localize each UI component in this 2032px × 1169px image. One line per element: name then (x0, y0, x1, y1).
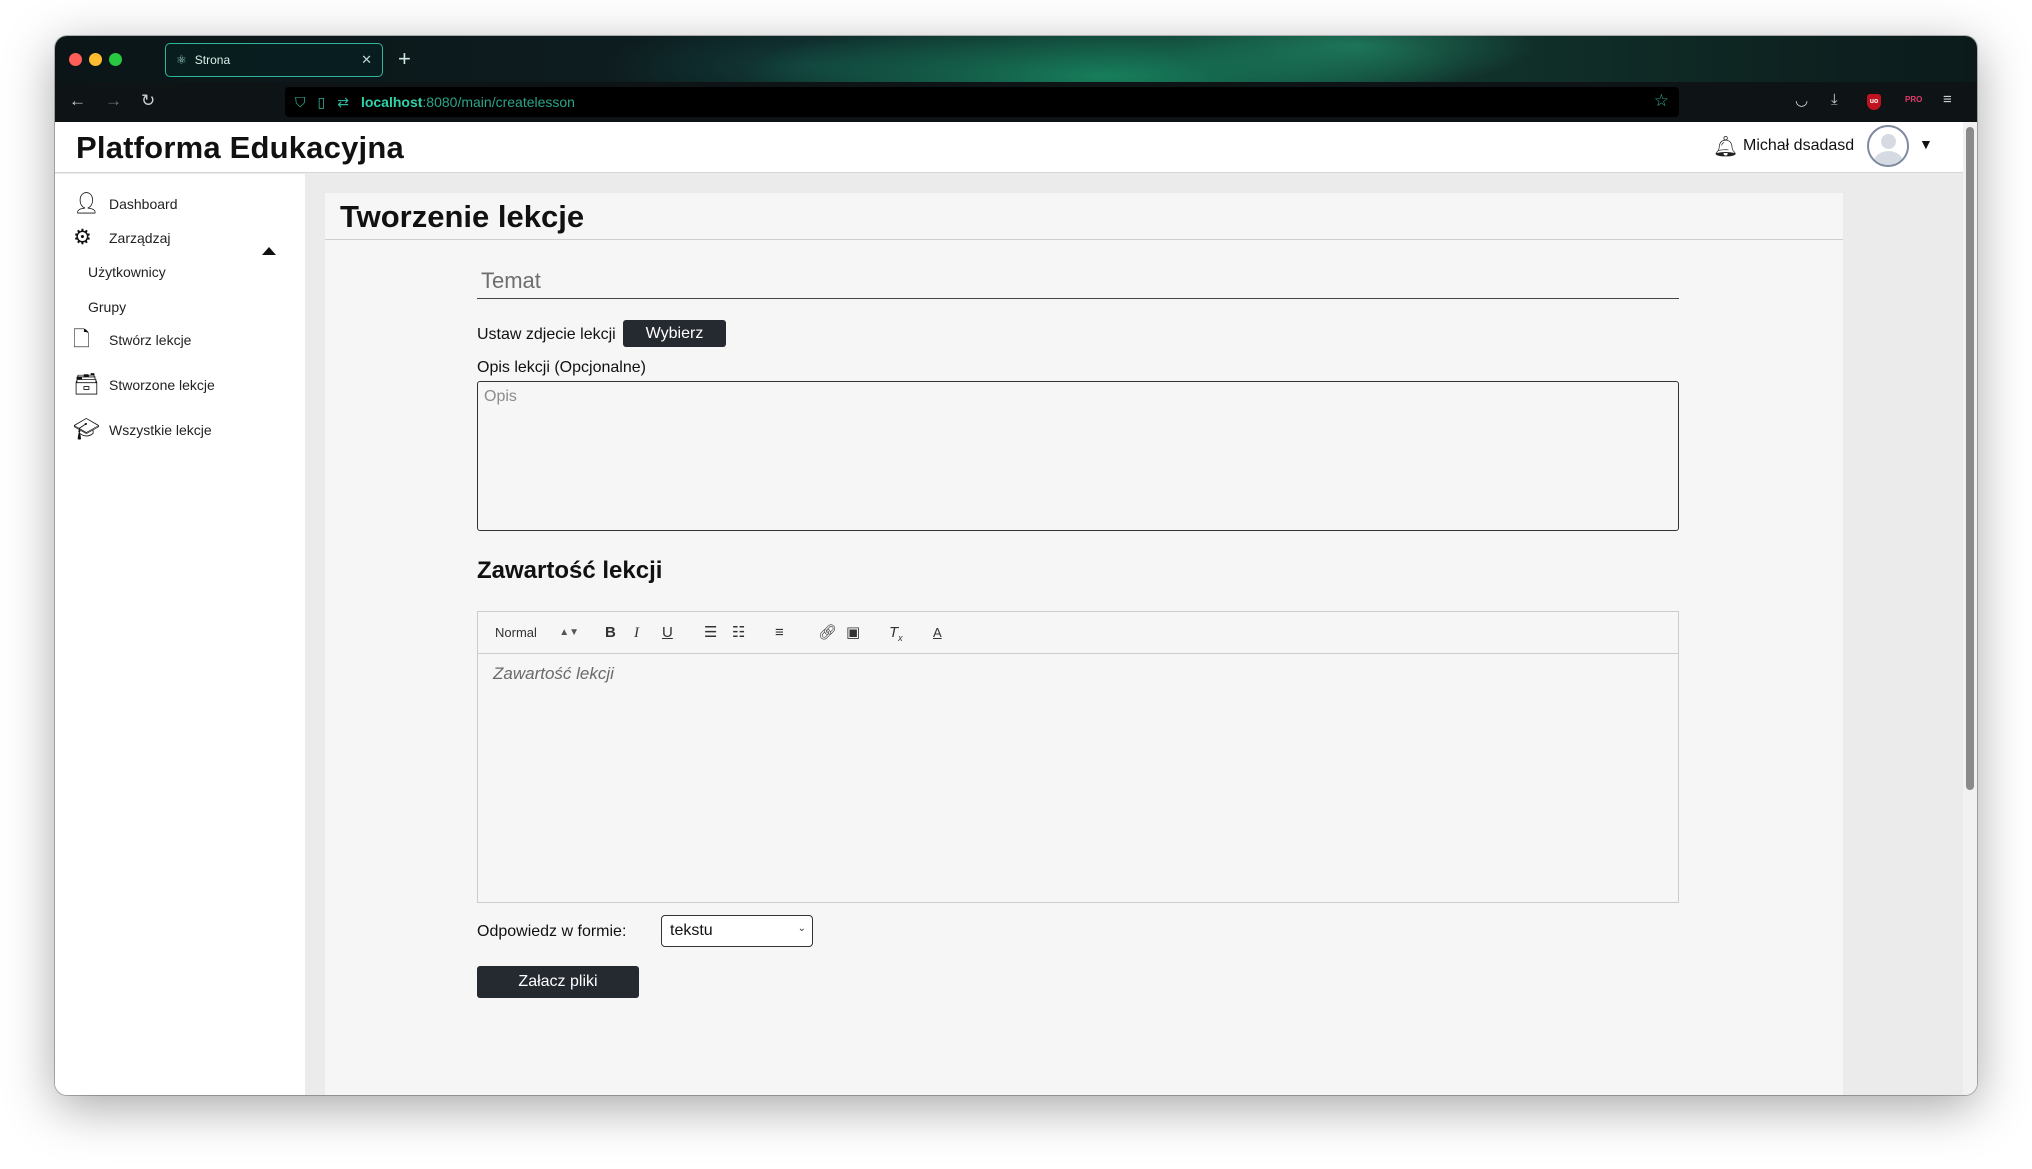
sidebar-item-dashboard[interactable]: 👤︎ Dashboard (73, 192, 178, 216)
close-tab-icon[interactable]: ✕ (361, 52, 372, 68)
clear-format-icon[interactable]: Tx (889, 623, 903, 648)
bullet-list-icon[interactable]: ☷ (732, 623, 745, 643)
bell-icon[interactable]: 🔔︎ (1713, 134, 1738, 159)
sidebar-item-label: Dashboard (109, 196, 178, 212)
image-icon[interactable]: ▣ (846, 623, 860, 643)
sidebar-item-manage[interactable]: ⚙ Zarządzaj (73, 226, 170, 250)
sidebar-item-label: Zarządzaj (109, 230, 171, 246)
caret-up-icon[interactable] (262, 247, 276, 255)
updown-icon: ▲▼ (559, 627, 579, 638)
page-title: Tworzenie lekcje (340, 199, 585, 234)
maximize-window-button[interactable] (109, 53, 122, 66)
chevron-down-icon[interactable]: ▼ (1919, 136, 1933, 152)
link-icon[interactable]: 🔗︎ (818, 623, 837, 643)
download-icon[interactable]: ⤓ (1831, 91, 1838, 108)
format-select[interactable]: Normal ▲▼ (495, 623, 579, 643)
sidebar-item-label: Stworzone lekcje (109, 377, 215, 393)
sidebar-item-label: Stwórz lekcje (109, 332, 192, 348)
avatar[interactable] (1867, 125, 1909, 167)
underline-icon[interactable]: U (662, 623, 673, 643)
url-host: localhost (360, 94, 423, 110)
inbox-icon: 🗃 (73, 373, 100, 396)
format-select-value: Normal (495, 625, 537, 640)
brand-title[interactable]: Platforma Edukacyjna (76, 130, 404, 166)
forward-arrow-icon[interactable]: → (105, 89, 122, 113)
shield-icon[interactable]: ⛉ (295, 94, 306, 111)
editor-toolbar: Normal ▲▼ B I U ☰ ☷ ≡ 🔗︎ ▣ Tx A (478, 612, 1678, 654)
sidebar-item-create-lesson[interactable]: 🗋 Stwórz lekcje (73, 328, 191, 352)
user-list-icon: 👤︎ (73, 192, 100, 215)
pocket-icon[interactable]: ◡ (1795, 91, 1808, 109)
rich-text-editor: Normal ▲▼ B I U ☰ ☷ ≡ 🔗︎ ▣ Tx A Zawartoś… (477, 611, 1679, 903)
divider (325, 239, 1843, 240)
permissions-icon[interactable]: ⇄ (337, 94, 349, 111)
browser-window: ⚛ Strona ✕ + ← → ↻ ⛉ ▯ ⇄ localhost :8080… (55, 36, 1977, 1095)
new-tab-icon[interactable]: + (398, 44, 411, 74)
bold-icon[interactable]: B (605, 623, 616, 643)
reload-icon[interactable]: ↻ (141, 89, 155, 113)
graduation-cap-icon: 🎓︎ (73, 418, 100, 441)
sidebar: 👤︎ Dashboard ⚙ Zarządzaj Użytkownicy Gru… (55, 174, 305, 1095)
tab-title: Strona (194, 53, 231, 67)
gear-icon: ⚙ (73, 226, 92, 249)
hamburger-menu-icon[interactable]: ≡ (1943, 91, 1952, 108)
browser-tab[interactable]: ⚛ Strona ✕ (165, 43, 383, 77)
bookmark-star-icon[interactable]: ☆ (1654, 91, 1669, 111)
lesson-form-card: Tworzenie lekcje Ustaw zdjecie lekcji Wy… (325, 193, 1843, 1095)
image-label: Ustaw zdjecie lekcji (477, 326, 616, 343)
scrollbar-thumb[interactable] (1966, 127, 1974, 790)
ublock-icon[interactable]: uo (1867, 94, 1881, 110)
align-icon[interactable]: ≡ (775, 623, 784, 643)
description-textarea[interactable] (477, 381, 1679, 531)
back-arrow-icon[interactable]: ← (69, 89, 86, 113)
address-bar[interactable]: ⛉ ▯ ⇄ localhost :8080/main/createlesson … (285, 87, 1679, 117)
choose-image-button[interactable]: Wybierz (623, 320, 726, 347)
url-path: :8080/main/createlesson (422, 94, 575, 110)
ordered-list-icon[interactable]: ☰ (704, 623, 717, 643)
minimize-window-button[interactable] (89, 53, 102, 66)
sidebar-item-created-lessons[interactable]: 🗃 Stworzone lekcje (73, 373, 215, 397)
attach-files-button[interactable]: Załacz pliki (477, 966, 639, 998)
topic-input[interactable] (477, 263, 1679, 299)
user-name[interactable]: Michał dsadasd (1743, 137, 1854, 155)
answer-form-select[interactable]: tekstu ⌄ (661, 915, 813, 947)
editor-placeholder[interactable]: Zawartość lekcji (493, 664, 614, 684)
description-label: Opis lekcji (Opcjonalne) (477, 359, 646, 376)
sidebar-subitem-users[interactable]: Użytkownicy (88, 264, 166, 280)
sidebar-subitem-groups[interactable]: Grupy (88, 299, 126, 315)
close-window-button[interactable] (69, 53, 82, 66)
file-plus-icon: 🗋 (73, 328, 90, 351)
web-page: Platforma Edukacyjna 🔔︎ Michał dsadasd ▼… (55, 122, 1977, 1095)
italic-icon[interactable]: I (634, 623, 639, 643)
browser-tab-strip: ⚛ Strona ✕ + (55, 36, 1977, 82)
sidebar-item-label: Wszystkie lekcje (109, 422, 212, 438)
content-section-title: Zawartość lekcji (477, 557, 663, 584)
chevron-down-icon: ⌄ (797, 923, 806, 934)
answer-form-label: Odpowiedz w formie: (477, 923, 627, 940)
react-favicon-icon: ⚛ (176, 53, 187, 67)
pro-extension-icon[interactable]: PRO (1905, 95, 1922, 104)
answer-form-value: tekstu (670, 922, 713, 939)
browser-toolbar: ← → ↻ ⛉ ▯ ⇄ localhost :8080/main/createl… (55, 82, 1977, 122)
sidebar-item-all-lessons[interactable]: 🎓︎ Wszystkie lekcje (73, 418, 212, 442)
app-header: Platforma Edukacyjna 🔔︎ Michał dsadasd ▼ (55, 122, 1963, 173)
text-color-icon[interactable]: A (933, 623, 942, 643)
page-icon: ▯ (317, 93, 326, 110)
